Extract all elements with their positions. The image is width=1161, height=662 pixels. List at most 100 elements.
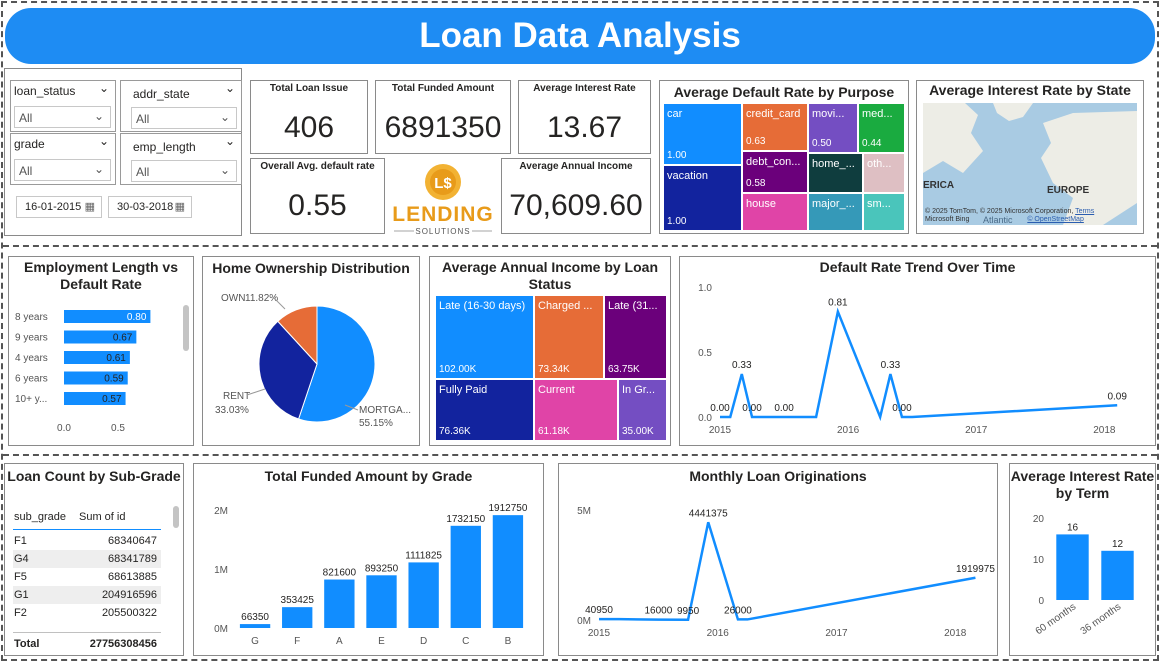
default-by-purpose-card[interactable]: Average Default Rate by Purpose car 1.00 v… xyxy=(659,80,909,234)
addr-state-slicer[interactable]: addr_state ⌄ All ⌄ xyxy=(120,80,242,132)
y-tick-label: 2M xyxy=(214,506,228,517)
scrollbar[interactable] xyxy=(183,305,189,351)
kpi-total-loan-issue[interactable]: Total Loan Issue 406 xyxy=(250,80,368,154)
tile-value: 0.58 xyxy=(746,178,766,189)
treemap-tile[interactable]: car 1.00 xyxy=(663,103,742,165)
table-row[interactable]: G4 68341789 xyxy=(13,550,161,568)
loan-count-subgrade-card[interactable]: Loan Count by Sub-Grade sub_grade Sum of… xyxy=(4,463,184,656)
tile-label: Charged ... xyxy=(538,300,593,312)
date-to-input[interactable]: 30-03-2018 ▦ xyxy=(108,196,192,218)
table-row[interactable]: G1 204916596 xyxy=(13,586,161,604)
x-tick-label: 2017 xyxy=(965,425,988,436)
y-tick-label: 20 xyxy=(1033,514,1045,525)
treemap-tile[interactable]: debt_con... 0.58 xyxy=(742,151,808,193)
logo-text: LENDING xyxy=(392,203,494,226)
table-row[interactable]: F5 68613885 xyxy=(13,568,161,586)
chevron-down-icon[interactable]: ⌄ xyxy=(99,81,109,95)
funded-by-grade-chart[interactable]: 0M 1M 2M 66350 G 353425 F 821600 A 893250 E 1111825… xyxy=(194,486,545,654)
interest-by-term-card[interactable]: Average Interest Rate by Term 0 10 20 16 60 … xyxy=(1009,463,1156,656)
slicer-value: All xyxy=(136,165,150,179)
kpi-label: Average Interest Rate xyxy=(533,83,636,94)
monthly-originations-card[interactable]: Monthly Loan Originations 0M 5M 2015 2016 20… xyxy=(558,463,998,656)
subgrade-table[interactable]: sub_grade Sum of id F1 68340647 G4 6834178… xyxy=(13,508,163,654)
slicer-value: All xyxy=(19,164,33,178)
tile-value: 0.44 xyxy=(862,138,882,149)
interest-by-state-map-card[interactable]: Average Interest Rate by State ERICA EUR… xyxy=(916,80,1144,234)
chevron-down-icon[interactable]: ⌄ xyxy=(225,134,235,148)
emp-length-chart[interactable]: 8 years 0.80 9 years 0.67 4 years 0.61 6 years… xyxy=(9,301,195,441)
treemap-tile[interactable]: home_... xyxy=(808,153,863,193)
default-trend-card[interactable]: Default Rate Trend Over Time 0.0 0.5 1.0 20… xyxy=(679,256,1156,446)
chevron-down-icon[interactable]: ⌄ xyxy=(99,134,109,148)
slicer-dropdown[interactable]: All ⌄ xyxy=(14,106,111,128)
treemap-tile[interactable]: oth... xyxy=(863,153,905,193)
x-tick-label: B xyxy=(505,636,512,647)
treemap-tile[interactable]: Fully Paid 76.36K xyxy=(435,379,534,441)
income-by-status-card[interactable]: Average Annual Income by Loan Status Lat… xyxy=(429,256,671,446)
kpi-label: Total Loan Issue xyxy=(269,83,349,94)
funded-by-grade-card[interactable]: Total Funded Amount by Grade 0M 1M 2M 66350… xyxy=(193,463,544,656)
calendar-icon[interactable]: ▦ xyxy=(175,200,185,213)
slicer-label: loan_status xyxy=(14,84,76,98)
monthly-originations-chart[interactable]: 0M 5M 2015 2016 2017 2018 40950 16000 9950 444137… xyxy=(559,486,999,654)
tile-value: 0.50 xyxy=(812,138,832,149)
tile-label: In Gr... xyxy=(622,384,656,396)
data-label: 1111825 xyxy=(405,550,442,561)
data-label: 1732150 xyxy=(446,514,485,525)
kpi-average-annual-income[interactable]: Average Annual Income 70,609.60 xyxy=(501,158,651,234)
grade-slicer[interactable]: grade ⌄ All ⌄ xyxy=(10,133,116,185)
calendar-icon[interactable]: ▦ xyxy=(85,200,95,213)
kpi-total-funded-amount[interactable]: Total Funded Amount 6891350 xyxy=(375,80,511,154)
treemap-tile[interactable]: credit_card 0.63 xyxy=(742,103,808,151)
chart-title: Average Annual Income by Loan Status xyxy=(441,259,658,292)
treemap-tile[interactable]: vacation 1.00 xyxy=(663,165,742,231)
slicer-dropdown[interactable]: All ⌄ xyxy=(14,159,111,181)
kpi-overall-default-rate[interactable]: Overall Avg. default rate 0.55 xyxy=(250,158,385,234)
table-row[interactable]: F1 68340647 xyxy=(13,532,161,550)
treemap-tile[interactable]: med... 0.44 xyxy=(858,103,905,153)
kpi-average-interest-rate[interactable]: Average Interest Rate 13.67 xyxy=(518,80,651,154)
treemap-tile[interactable]: Current 61.18K xyxy=(534,379,618,441)
default-trend-chart[interactable]: 0.0 0.5 1.0 2015 2016 2017 2018 0.00 0.33 0.00 0.0… xyxy=(680,277,1157,445)
slicer-dropdown[interactable]: All ⌄ xyxy=(131,160,237,182)
treemap-tile[interactable]: house xyxy=(742,193,808,231)
loan-status-slicer[interactable]: loan_status ⌄ All ⌄ xyxy=(10,80,116,132)
treemap-status[interactable]: Late (16-30 days) 102.00K Fully Paid 76.36K… xyxy=(435,295,667,441)
slicer-dropdown[interactable]: All ⌄ xyxy=(131,107,237,129)
treemap-tile[interactable]: Charged ... 73.34K xyxy=(534,295,604,379)
map-canvas[interactable]: ERICA EUROPE Atlantic © 2025 TomTom, © 2… xyxy=(923,103,1137,225)
emp-length-default-card[interactable]: Employment Length vs Default Rate 8 year… xyxy=(8,256,194,446)
treemap-tile[interactable]: Late (31... 63.75K xyxy=(604,295,667,379)
slicer-value: All xyxy=(19,111,33,125)
date-from-input[interactable]: 16-01-2015 ▦ xyxy=(16,196,102,218)
column-header[interactable]: sub_grade xyxy=(14,511,66,523)
table-row[interactable]: F2 205500322 xyxy=(13,604,161,622)
data-label: 0.00 xyxy=(892,403,912,414)
treemap-tile[interactable]: In Gr... 35.00K xyxy=(618,379,667,441)
osm-link[interactable]: © OpenStreetMap xyxy=(1027,216,1084,223)
interest-by-term-chart[interactable]: 010201660 months1236 months xyxy=(1010,504,1157,654)
tile-label: Late (16-30 days) xyxy=(439,300,526,312)
treemap-tile[interactable]: Late (16-30 days) 102.00K xyxy=(435,295,534,379)
chevron-down-icon[interactable]: ⌄ xyxy=(225,81,235,95)
data-label: 40950 xyxy=(585,605,613,616)
treemap-purpose[interactable]: car 1.00 vacation 1.00 credit_card 0.63 debt_c… xyxy=(663,103,905,231)
table-cell: F1 xyxy=(14,535,27,547)
lending-solutions-logo: L$ LENDING SOLUTIONS xyxy=(388,160,498,238)
data-label: 1919975 xyxy=(956,564,995,575)
chevron-down-icon: ⌄ xyxy=(219,163,230,177)
data-label: 0.67 xyxy=(113,333,133,344)
map-terms-link[interactable]: Terms xyxy=(1075,208,1094,215)
emp-length-slicer[interactable]: emp_length ⌄ All ⌄ xyxy=(120,133,242,185)
column-header[interactable]: Sum of id xyxy=(79,511,125,523)
home-ownership-card[interactable]: Home Ownership Distribution MORTGA... 55.… xyxy=(202,256,420,446)
treemap-tile[interactable]: sm... xyxy=(863,193,905,231)
section-divider xyxy=(3,245,1157,247)
home-ownership-pie[interactable]: MORTGA... 55.15% RENT 33.03% OWN 11.82% xyxy=(203,277,421,445)
treemap-tile[interactable]: movi... 0.50 xyxy=(808,103,858,153)
scrollbar[interactable] xyxy=(173,506,179,528)
chevron-down-icon: ⌄ xyxy=(219,110,230,124)
data-label: 9950 xyxy=(677,606,700,617)
slice-label: MORTGA... xyxy=(359,405,411,416)
treemap-tile[interactable]: major_... xyxy=(808,193,863,231)
